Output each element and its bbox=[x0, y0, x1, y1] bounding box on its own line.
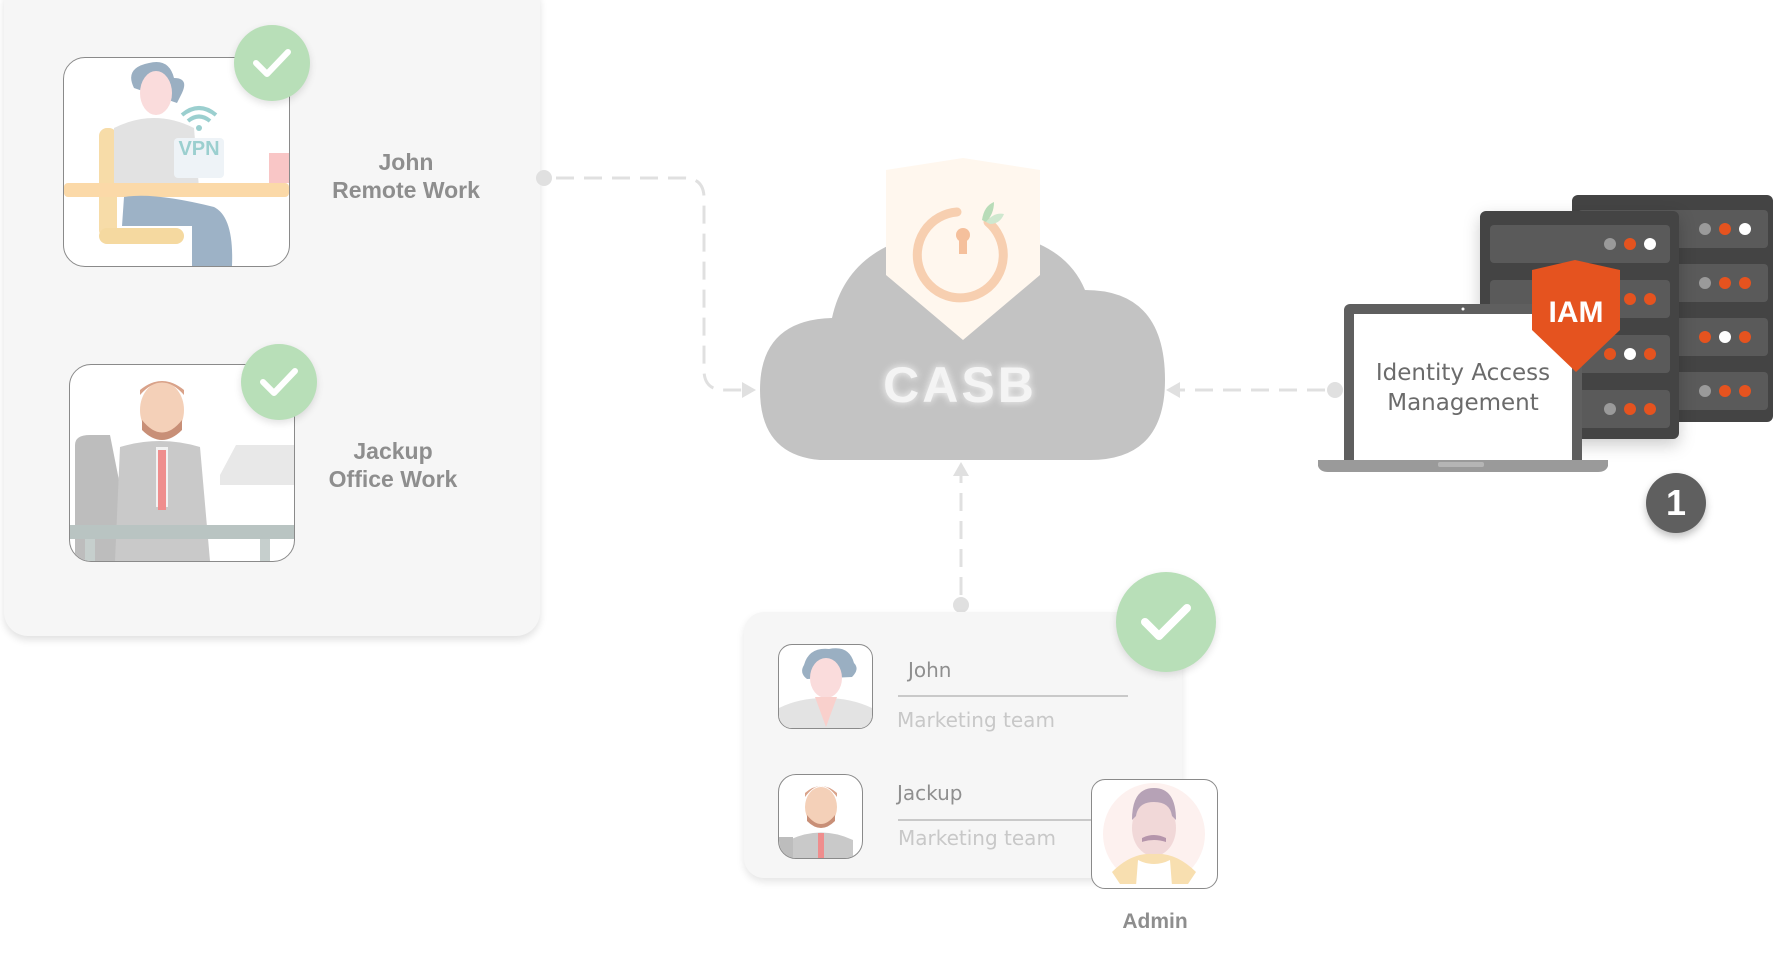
directory-jackup-name: Jackup bbox=[897, 781, 963, 805]
step-badge: 1 bbox=[1646, 473, 1706, 533]
iam-servers bbox=[1318, 195, 1773, 472]
casb-cloud bbox=[760, 158, 1165, 460]
arrow-head bbox=[953, 462, 969, 476]
directory-verified-check bbox=[1116, 572, 1216, 672]
admin-avatar bbox=[1091, 779, 1218, 889]
directory-to-casb-connector bbox=[953, 462, 969, 613]
directory-john-name: John bbox=[908, 658, 952, 682]
arrow-head bbox=[742, 382, 756, 398]
jackup-avatar-illustration bbox=[779, 786, 853, 858]
jackup-avatar bbox=[778, 774, 863, 859]
checkmark-icon bbox=[1141, 604, 1191, 640]
directory-jackup-divider bbox=[898, 819, 1098, 821]
admin-avatar-illustration bbox=[1103, 783, 1205, 886]
directory-john-team: Marketing team bbox=[897, 708, 1055, 732]
iam-screen-text: Identity Access Management bbox=[1354, 358, 1572, 418]
casb-label: CASB bbox=[883, 357, 1037, 413]
directory-john-divider bbox=[898, 695, 1128, 697]
iam-screen-line1: Identity Access bbox=[1375, 360, 1551, 386]
john-avatar bbox=[778, 644, 873, 729]
arrow-head bbox=[1166, 382, 1180, 398]
iam-shield-label: IAM bbox=[1548, 296, 1604, 329]
iam-screen-line2: Management bbox=[1387, 390, 1539, 416]
users-to-casb-connector bbox=[536, 170, 756, 398]
directory-jackup-team: Marketing team bbox=[898, 826, 1056, 850]
john-avatar-illustration bbox=[779, 648, 872, 728]
admin-label: Admin bbox=[1122, 910, 1188, 933]
